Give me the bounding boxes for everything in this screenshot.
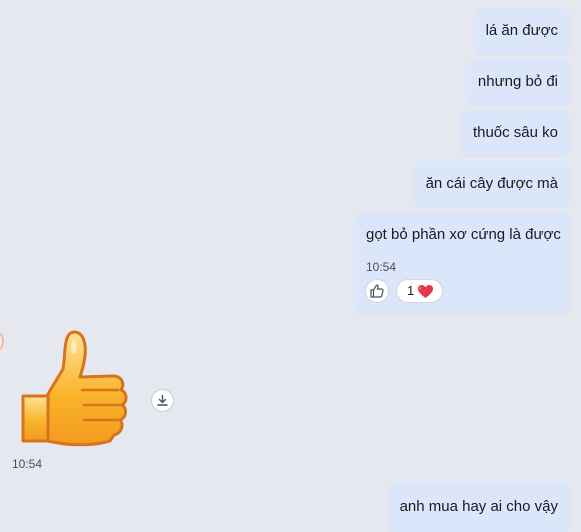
heart-icon	[418, 284, 434, 298]
message-text: gọt bỏ phần xơ cứng là được	[366, 226, 561, 243]
message-text: ăn cái cây được mà	[425, 175, 558, 192]
message-bubble[interactable]: thuốc sâu ko	[460, 110, 570, 156]
thumbs-up-sticker[interactable]	[18, 329, 130, 449]
message-text: thuốc sâu ko	[472, 124, 558, 141]
avatar[interactable]	[0, 331, 4, 351]
message-bubble[interactable]: ăn cái cây được mà	[413, 161, 570, 207]
add-reaction-button[interactable]	[365, 279, 389, 303]
reaction-count: 1	[407, 283, 415, 298]
message-bubble[interactable]: lá ăn được	[473, 8, 570, 54]
thumbs-up-outline-icon	[370, 284, 384, 298]
message-text: nhưng bỏ đi	[477, 73, 558, 90]
message-time: 10:54	[366, 260, 397, 274]
download-button[interactable]	[151, 389, 174, 412]
message-text: anh mua hay ai cho vậy	[399, 498, 558, 515]
message-bubble[interactable]: gọt bỏ phần xơ cứng là được 10:54 1	[354, 212, 570, 313]
reaction-summary[interactable]: 1	[396, 279, 444, 303]
message-time: 10:54	[12, 457, 43, 471]
download-icon	[157, 394, 168, 406]
message-bubble[interactable]: nhưng bỏ đi	[465, 59, 570, 105]
message-text: lá ăn được	[485, 22, 558, 39]
